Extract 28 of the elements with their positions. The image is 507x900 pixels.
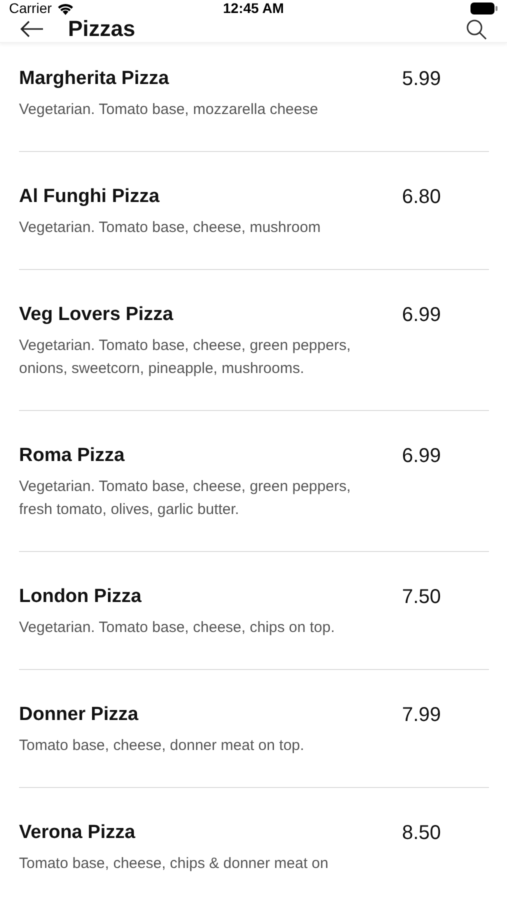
pizza-description: Vegetarian. Tomato base, cheese, green peppers, onions, sweetcorn, pineapple, mushrooms. — [19, 336, 352, 379]
carrier-label: Carrier — [9, 0, 52, 16]
pizza-name: Margherita Pizza — [19, 67, 170, 91]
pizza-description: Vegetarian. Tomato base, cheese, green peppers, fresh tomato, olives, garlic butter. — [19, 477, 352, 520]
pizza-price: 6.80 — [402, 185, 442, 210]
pizza-name: Roma Pizza — [19, 444, 126, 468]
pizza-name: London Pizza — [19, 585, 142, 609]
pizza-description: Vegetarian. Tomato base, mozzarella cheese — [19, 100, 320, 120]
pizza-price: 8.50 — [402, 821, 442, 846]
pizza-price: 7.99 — [402, 703, 442, 728]
pizza-price: 6.99 — [402, 444, 442, 469]
pizza-name: Donner Pizza — [19, 703, 140, 727]
pizza-name: Veg Lovers Pizza — [19, 303, 174, 327]
pizza-price: 5.99 — [402, 67, 442, 92]
pizza-name: Verona Pizza — [19, 821, 136, 845]
search-button[interactable] — [466, 18, 487, 40]
pizza-description: Vegetarian. Tomato base, cheese, chips on top. — [19, 618, 336, 638]
pizza-description: Vegetarian. Tomato base, cheese, mushroom — [19, 218, 322, 238]
clock-time: 12:45 AM — [223, 0, 284, 16]
wifi-icon — [56, 2, 74, 14]
pizza-description: Tomato base, cheese, chips & donner meat on — [19, 854, 330, 874]
pizza-name: Al Funghi Pizza — [19, 185, 160, 209]
pizza-price: 6.99 — [402, 303, 442, 328]
pizza-price: 7.50 — [402, 585, 442, 610]
battery-icon — [470, 2, 498, 14]
back-button[interactable] — [20, 20, 44, 38]
page-title: Pizzas — [68, 16, 136, 42]
pizza-description: Tomato base, cheese, donner meat on top. — [19, 736, 306, 756]
